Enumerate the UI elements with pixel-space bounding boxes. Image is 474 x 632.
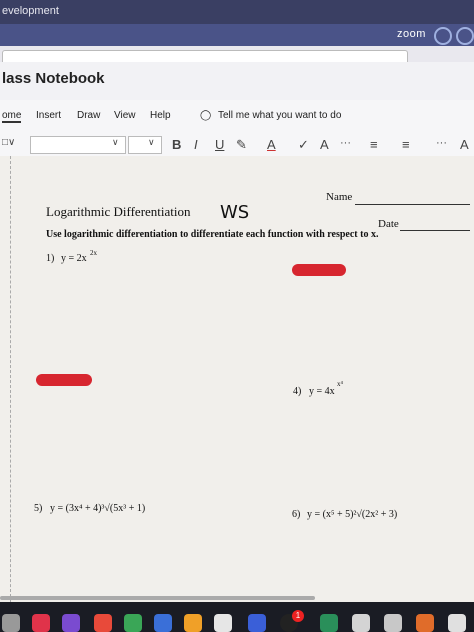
handwritten-ws: WS (220, 202, 250, 223)
problem-1-exponent: 2x (90, 249, 97, 257)
problem-1-expr: y = 2x (61, 253, 87, 264)
tab-insert[interactable]: Insert (36, 110, 61, 121)
app-dock: 1 (0, 602, 474, 632)
app-header: lass Notebook (0, 62, 474, 100)
numbered-list-icon[interactable]: ≡ (402, 137, 410, 152)
font-size-dropdown[interactable] (128, 136, 162, 154)
horizontal-scrollbar[interactable] (0, 596, 315, 600)
date-label: Date (378, 218, 399, 230)
chevron-down-icon: ∨ (112, 137, 119, 147)
numbers-icon[interactable] (124, 614, 142, 632)
worksheet-photo: Name Logarithmic Differentiation WS Date… (0, 156, 474, 602)
problem-4-expr: y = 4x (309, 386, 335, 397)
problem-6-number: 6) (292, 509, 301, 520)
problem-5-number: 5) (34, 503, 43, 514)
quotes-app-icon[interactable] (214, 614, 232, 632)
more-options-2[interactable]: ··· (436, 137, 447, 149)
tab-home[interactable]: ome (2, 110, 22, 123)
italic-button[interactable]: I (194, 137, 198, 152)
zoom-bar: zoom (0, 24, 474, 46)
shield-icon[interactable] (434, 27, 452, 45)
text-icon[interactable]: A (460, 137, 469, 152)
worksheet-title: Logarithmic Differentiation (46, 204, 191, 219)
instructions: Use logarithmic differentiation to diffe… (46, 229, 379, 240)
eraser-icon[interactable]: ✓ (298, 137, 309, 153)
page-edge (10, 156, 12, 602)
tab-draw[interactable]: Draw (77, 110, 100, 121)
zoom-label: zoom (397, 28, 426, 40)
app-icon-6[interactable] (448, 614, 466, 632)
record-icon[interactable] (456, 27, 474, 45)
problem-1-number: 1) (46, 253, 55, 264)
styles-icon[interactable]: A (320, 137, 329, 152)
more-options[interactable]: ··· (340, 137, 351, 149)
ribbon-tabs: ome Insert Draw View Help ◯ Tell me what… (0, 100, 474, 130)
problem-4-exponent: x⁴ (337, 380, 343, 388)
problem-5-expr: y = (3x⁴ + 4)³√(5x³ + 1) (50, 503, 146, 514)
x-app-icon[interactable] (248, 614, 266, 632)
date-line (400, 230, 470, 231)
highlight-icon[interactable]: ✎ (236, 137, 247, 153)
redaction-mark (36, 374, 92, 386)
problem-6-expr: y = (x⁵ + 5)²√(2x² + 3) (307, 509, 398, 520)
tab-help[interactable]: Help (150, 110, 171, 121)
bullet-list-icon[interactable]: ≡ (370, 137, 378, 152)
name-line (355, 204, 470, 205)
finder-icon[interactable] (2, 614, 20, 632)
underline-button[interactable]: U (215, 137, 224, 152)
paste-icon[interactable]: □∨ (2, 137, 15, 148)
tab-title[interactable]: evelopment (2, 5, 59, 17)
notification-badge: 1 (292, 610, 304, 622)
app-icon-3[interactable] (352, 614, 370, 632)
name-label: Name (326, 191, 353, 203)
redaction-mark (292, 264, 346, 276)
formatting-toolbar: □∨ ∨ ∨ B I U ✎ A ✓ A ··· ≡ ≡ ··· A (0, 130, 474, 157)
problem-4-number: 4) (293, 386, 302, 397)
app-icon-2[interactable] (320, 614, 338, 632)
notebook-title: lass Notebook (2, 70, 105, 87)
podcasts-icon[interactable] (62, 614, 80, 632)
bold-button[interactable]: B (172, 137, 181, 152)
app-icon-4[interactable] (384, 614, 402, 632)
news-icon[interactable] (94, 614, 112, 632)
tell-me-search[interactable]: Tell me what you want to do (218, 110, 341, 121)
app-icon-5[interactable] (416, 614, 434, 632)
tab-view[interactable]: View (114, 110, 136, 121)
chevron-down-icon: ∨ (148, 137, 155, 147)
lightbulb-icon: ◯ (200, 110, 212, 121)
browser-tab-bar: evelopment (0, 0, 474, 24)
music-icon[interactable] (32, 614, 50, 632)
font-color-button[interactable]: A (267, 137, 276, 152)
pages-icon[interactable] (184, 614, 202, 632)
keynote-icon[interactable] (154, 614, 172, 632)
